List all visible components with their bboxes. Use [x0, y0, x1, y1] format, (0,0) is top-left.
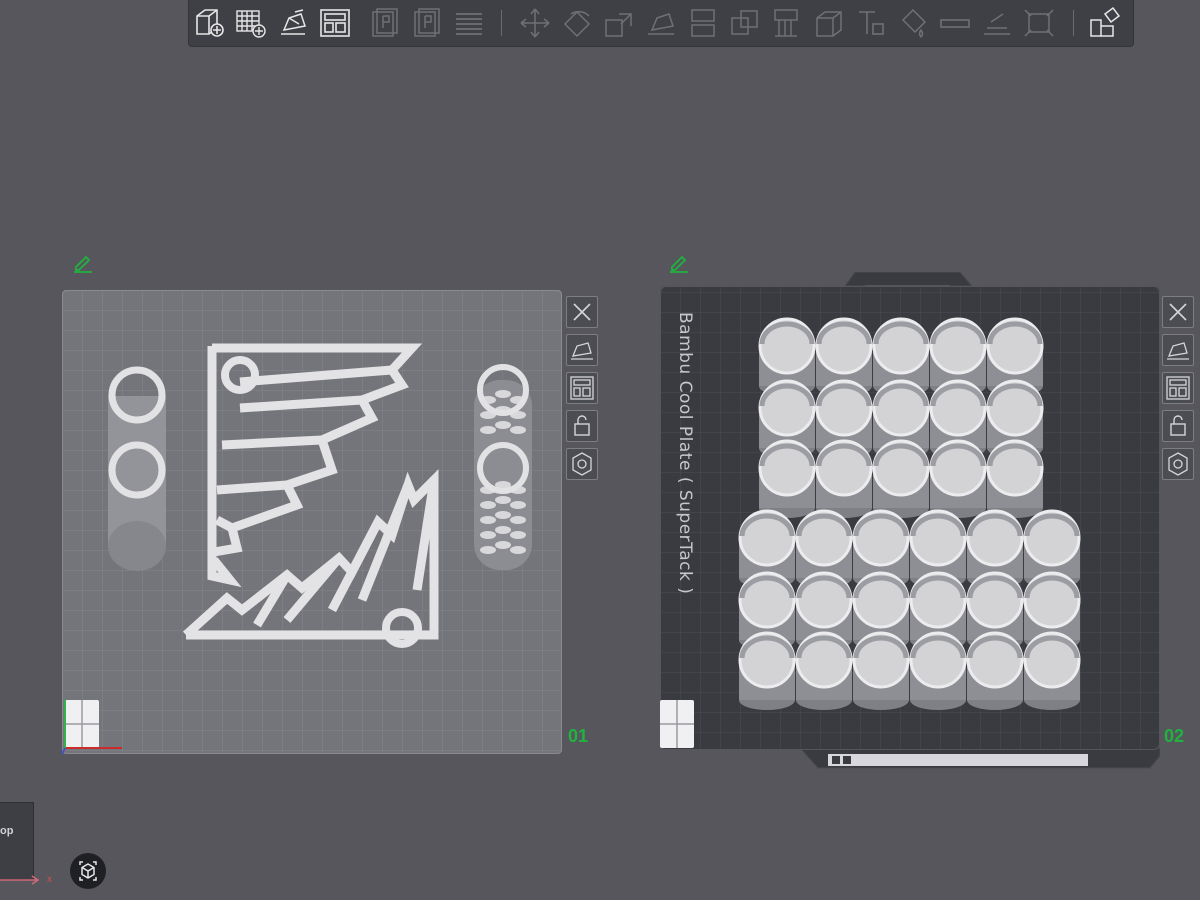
- auto-fit-icon[interactable]: [1021, 6, 1057, 40]
- text-shape-icon[interactable]: [853, 6, 889, 40]
- plate-2-logo-tile: [660, 700, 694, 748]
- axis-x-label: x: [47, 874, 52, 885]
- cup-model: [909, 631, 967, 710]
- plate-1-lock-icon[interactable]: [566, 410, 598, 442]
- axis-indicator: [0, 875, 40, 885]
- color-painting-icon[interactable]: [895, 6, 931, 40]
- plate-2-arrange-icon[interactable]: [1162, 372, 1194, 404]
- plate-1-arrange-icon[interactable]: [566, 372, 598, 404]
- assembly-icon[interactable]: [979, 6, 1015, 40]
- add-plate-icon[interactable]: [233, 6, 269, 40]
- plate-1[interactable]: [62, 290, 562, 754]
- support-painting-icon[interactable]: [769, 6, 805, 40]
- plate-2-type-label: Bambu Cool Plate ( SuperTack ): [675, 312, 695, 595]
- split-objects-icon[interactable]: [367, 6, 403, 40]
- plate-2-orient-icon[interactable]: [1162, 334, 1194, 366]
- plate-1-close-icon[interactable]: [566, 296, 598, 328]
- split-parts-icon[interactable]: [409, 6, 445, 40]
- move-icon[interactable]: [517, 6, 553, 40]
- cup-model: [1023, 631, 1081, 710]
- layers-icon[interactable]: [451, 6, 487, 40]
- auto-orient-icon[interactable]: [275, 6, 311, 40]
- tube-model: [108, 366, 166, 571]
- plate-1-orient-icon[interactable]: [566, 334, 598, 366]
- cut-icon[interactable]: [685, 6, 721, 40]
- plate-2-close-icon[interactable]: [1162, 296, 1194, 328]
- spring-model: [474, 364, 532, 570]
- side-panel-label: op: [0, 825, 14, 837]
- cup-model: [758, 439, 816, 518]
- plate-1-number: 01: [568, 726, 589, 746]
- arrange-icon[interactable]: [317, 6, 353, 40]
- scale-icon[interactable]: [601, 6, 637, 40]
- seam-painting-icon[interactable]: [811, 6, 847, 40]
- cup-model: [795, 631, 853, 710]
- cup-model: [872, 439, 930, 518]
- edit-plate-2-icon[interactable]: [668, 251, 690, 273]
- main-toolbar: [188, 0, 1134, 47]
- rotate-icon[interactable]: [559, 6, 595, 40]
- cup-model: [852, 631, 910, 710]
- add-object-icon[interactable]: [191, 6, 227, 40]
- cup-model: [966, 631, 1024, 710]
- assembly-view-icon[interactable]: [1087, 6, 1123, 40]
- view-reset-icon[interactable]: [70, 853, 106, 889]
- plate-2-settings-icon[interactable]: [1162, 448, 1194, 480]
- lay-on-face-icon[interactable]: [643, 6, 679, 40]
- cup-model: [815, 439, 873, 518]
- measure-icon[interactable]: [937, 6, 973, 40]
- boolean-icon[interactable]: [727, 6, 763, 40]
- toolbar-separator: [501, 10, 502, 36]
- plate-2-number: 02: [1164, 726, 1185, 746]
- plate-logo-tile: [65, 700, 99, 748]
- plate-1-settings-icon[interactable]: [566, 448, 598, 480]
- cup-model: [986, 439, 1044, 518]
- cup-model: [738, 631, 796, 710]
- cup-model: [929, 439, 987, 518]
- edit-plate-1-icon[interactable]: [72, 251, 94, 273]
- collapsed-side-panel[interactable]: op: [0, 802, 34, 880]
- toolbar-separator: [1073, 10, 1074, 36]
- plate-2-lock-icon[interactable]: [1162, 410, 1194, 442]
- plate-2[interactable]: [660, 272, 1160, 772]
